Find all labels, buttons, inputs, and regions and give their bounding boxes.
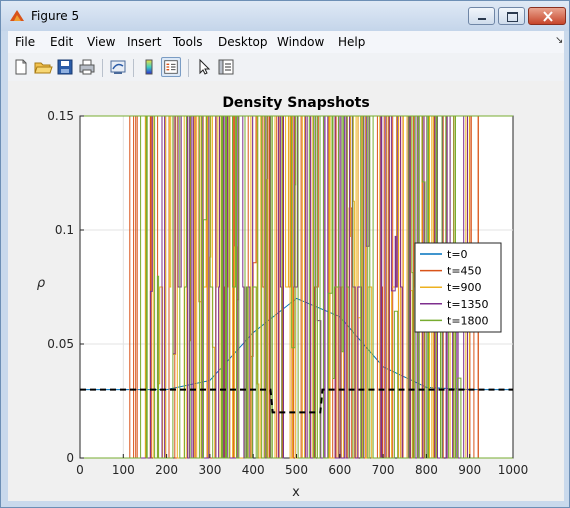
menu-file[interactable]: File	[15, 35, 35, 49]
minimize-icon	[478, 18, 486, 20]
x-tick-label: 0	[76, 463, 84, 477]
dock-arrow-icon[interactable]: ↘	[555, 35, 563, 46]
legend[interactable]: t=0 t=450 t=900 t=1350 t=1800	[414, 242, 502, 333]
x-tick-label: 200	[155, 463, 178, 477]
figure-toolbar	[8, 53, 564, 82]
maximize-icon	[507, 12, 518, 22]
menu-insert[interactable]: Insert	[127, 35, 161, 49]
chart-title: Density Snapshots	[222, 95, 369, 111]
legend-label: t=0	[447, 248, 468, 261]
x-tick-label: 1000	[498, 463, 529, 477]
save-icon[interactable]	[55, 57, 75, 77]
maximize-button[interactable]	[498, 7, 525, 25]
density-chart: 0 100 200 300 400 500 600 700 800 900 1000 0 0.05 0.1…	[37, 95, 529, 500]
pointer-icon[interactable]	[194, 57, 214, 77]
y-tick-label: 0.15	[47, 109, 74, 123]
title-bar[interactable]: Figure 5	[1, 1, 569, 31]
menu-window[interactable]: Window	[277, 35, 324, 49]
x-tick-label: 900	[458, 463, 481, 477]
colorbar-icon[interactable]	[139, 57, 159, 77]
figure-canvas: 0 100 200 300 400 500 600 700 800 900 1000 0 0.05 0.1…	[8, 81, 564, 501]
menu-edit[interactable]: Edit	[50, 35, 73, 49]
menu-view[interactable]: View	[87, 35, 115, 49]
menu-desktop[interactable]: Desktop	[218, 35, 268, 49]
x-tick-label: 400	[242, 463, 265, 477]
y-tick-label: 0.1	[55, 223, 74, 237]
legend-label: t=1800	[447, 314, 489, 327]
menu-tools[interactable]: Tools	[173, 35, 203, 49]
x-tick-label: 800	[415, 463, 438, 477]
legend-label: t=1350	[447, 298, 489, 311]
x-tick-label: 600	[328, 463, 351, 477]
print-icon[interactable]	[77, 57, 97, 77]
x-tick-label: 100	[112, 463, 135, 477]
minimize-button[interactable]	[468, 7, 495, 25]
y-tick-label: 0	[66, 451, 74, 465]
close-button[interactable]	[528, 7, 566, 25]
menu-help[interactable]: Help	[338, 35, 365, 49]
figure-window: Figure 5 File Edit View Insert Tools Des…	[0, 0, 570, 508]
x-tick-label: 300	[198, 463, 221, 477]
close-icon	[543, 11, 553, 22]
x-tick-label: 700	[372, 463, 395, 477]
window-title: Figure 5	[31, 9, 80, 23]
legend-icon[interactable]	[161, 57, 181, 77]
new-file-icon[interactable]	[11, 57, 31, 77]
toolbar-separator	[102, 59, 103, 77]
toolbar-separator	[133, 59, 134, 77]
menu-bar: File Edit View Insert Tools Desktop Wind…	[8, 31, 564, 53]
y-tick-label: 0.05	[47, 337, 74, 351]
y-axis-label: ρ	[37, 276, 46, 291]
legend-label: t=450	[447, 265, 482, 278]
x-tick-label: 500	[285, 463, 308, 477]
matlab-icon	[10, 10, 24, 21]
toolbar-separator	[188, 59, 189, 77]
property-editor-icon[interactable]	[216, 57, 236, 77]
legend-label: t=900	[447, 281, 482, 294]
x-axis-label: x	[292, 485, 300, 500]
open-folder-icon[interactable]	[33, 57, 53, 77]
link-plot-icon[interactable]	[108, 57, 128, 77]
